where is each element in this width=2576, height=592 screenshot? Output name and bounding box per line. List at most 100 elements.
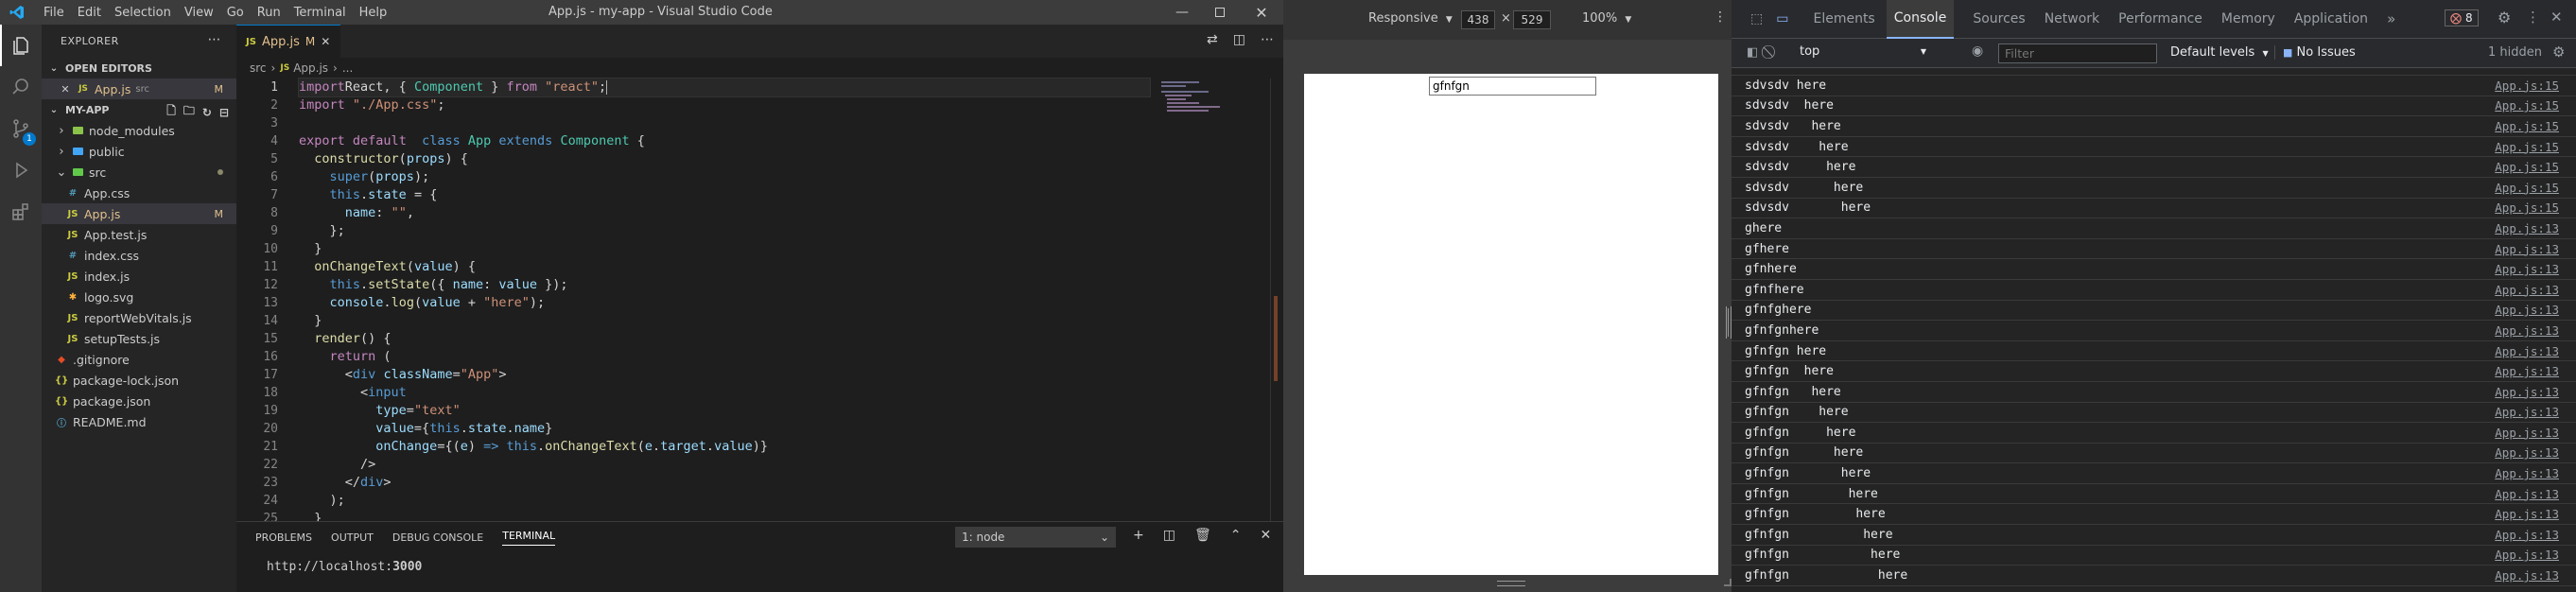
tab-network[interactable]: Network <box>2045 0 2099 39</box>
editor-scrollbar[interactable] <box>1270 78 1283 521</box>
maximize-panel-icon[interactable]: ⌃ <box>1230 528 1242 543</box>
console-source-link[interactable]: App.js:13 <box>2495 405 2559 419</box>
console-prompt[interactable]: › <box>1732 586 2576 592</box>
eye-icon[interactable]: ◉ <box>1972 44 1983 59</box>
breadcrumb-file[interactable]: App.js <box>293 61 328 75</box>
terminal-output[interactable]: http://localhost:3000 <box>236 552 1283 574</box>
trash-icon[interactable]: 🗑 <box>1194 528 1211 543</box>
console-source-link[interactable]: App.js:15 <box>2495 98 2559 113</box>
close-window-button[interactable]: ✕ <box>1241 0 1282 25</box>
tree-item-public[interactable]: › public <box>42 141 236 162</box>
more-tabs-icon[interactable]: » <box>2387 10 2395 27</box>
console-source-link[interactable]: App.js:15 <box>2495 78 2559 93</box>
tab-application[interactable]: Application <box>2294 0 2368 39</box>
close-tab-icon[interactable]: ✕ <box>321 35 330 48</box>
close-panel-icon[interactable]: ✕ <box>1260 528 1271 543</box>
tab-sources[interactable]: Sources <box>1973 0 2025 39</box>
console-settings-icon[interactable]: ⚙ <box>2552 44 2565 61</box>
log-levels-select[interactable]: Default levels ▼ <box>2170 45 2269 60</box>
tab-debug-console[interactable]: DEBUG CONSOLE <box>392 531 483 544</box>
console-source-link[interactable]: App.js:13 <box>2495 344 2559 358</box>
console-filter-input[interactable] <box>1998 44 2157 63</box>
open-changes-icon[interactable]: ⇄ <box>1207 32 1218 47</box>
menu-view[interactable]: View <box>184 6 214 20</box>
tab-memory[interactable]: Memory <box>2221 0 2275 39</box>
console-source-link[interactable]: App.js:13 <box>2495 262 2559 276</box>
run-debug-icon[interactable] <box>0 149 42 191</box>
breadcrumb-more[interactable]: ... <box>342 61 353 75</box>
error-counter[interactable]: ⨂ 8 <box>2445 9 2479 26</box>
tree-item-app-css[interactable]: # App.css <box>42 183 236 203</box>
new-folder-icon[interactable]: 🗀 <box>183 102 195 122</box>
text-input[interactable] <box>1429 77 1596 96</box>
open-editors-section[interactable]: ⌄ OPEN EDITORS <box>42 58 236 78</box>
console-source-link[interactable]: App.js:13 <box>2495 303 2559 317</box>
console-source-link[interactable]: App.js:15 <box>2495 200 2559 215</box>
inspect-element-icon[interactable]: ⬚ <box>1750 11 1763 26</box>
more-options-icon[interactable]: ⋮ <box>1714 9 1727 25</box>
menu-selection[interactable]: Selection <box>114 6 171 20</box>
console-source-link[interactable]: App.js:13 <box>2495 323 2559 338</box>
customize-menu-icon[interactable]: ⋮ <box>2526 9 2540 26</box>
minimap[interactable] <box>1161 78 1256 135</box>
console-source-link[interactable]: App.js:15 <box>2495 160 2559 174</box>
tab-problems[interactable]: PROBLEMS <box>255 531 312 544</box>
console-source-link[interactable]: App.js:13 <box>2495 528 2559 542</box>
device-toolbar-icon[interactable]: ▭ <box>1776 11 1788 26</box>
more-actions-icon[interactable]: ⋯ <box>208 32 222 47</box>
extensions-icon[interactable] <box>0 191 42 233</box>
breadcrumb-folder[interactable]: src <box>250 61 267 75</box>
console-source-link[interactable]: App.js:13 <box>2495 426 2559 440</box>
tree-item--gitignore[interactable]: ◆ .gitignore <box>42 349 236 370</box>
panel-resizer[interactable] <box>1728 308 1732 337</box>
source-control-icon[interactable]: 1 <box>0 108 42 149</box>
settings-gear-icon[interactable]: ⚙ <box>2498 9 2511 26</box>
tree-item-index-js[interactable]: JS index.js <box>42 266 236 287</box>
minimize-button[interactable]: — <box>1163 0 1201 25</box>
console-source-link[interactable]: App.js:13 <box>2495 221 2559 235</box>
device-select[interactable]: Responsive ▼ <box>1368 11 1453 26</box>
tree-item-logo-svg[interactable]: ✱ logo.svg <box>42 287 236 307</box>
tab-app-js[interactable]: JS App.js M ✕ <box>236 25 340 58</box>
console-source-link[interactable]: App.js:13 <box>2495 487 2559 501</box>
tree-item-app-test-js[interactable]: JS App.test.js <box>42 224 236 245</box>
open-editor-item[interactable]: ✕ JS App.js src M <box>42 78 236 99</box>
explorer-icon[interactable] <box>0 25 42 66</box>
resize-handle-bottom[interactable] <box>1497 581 1525 586</box>
tree-item-index-css[interactable]: # index.css <box>42 245 236 266</box>
new-file-icon[interactable]: 🗋 <box>166 102 176 122</box>
console-source-link[interactable]: App.js:13 <box>2495 507 2559 521</box>
search-icon[interactable] <box>0 66 42 108</box>
console-source-link[interactable]: App.js:13 <box>2495 445 2559 460</box>
split-editor-icon[interactable]: ◫ <box>1233 32 1245 47</box>
tree-item-package-json[interactable]: {} package.json <box>42 391 236 411</box>
more-actions-icon[interactable]: ⋯ <box>1261 32 1274 47</box>
console-source-link[interactable]: App.js:15 <box>2495 181 2559 195</box>
tab-output[interactable]: OUTPUT <box>331 531 374 544</box>
code-editor[interactable]: importReact, { Component } from "react";… <box>298 78 1151 526</box>
tree-item-app-js[interactable]: JS App.js M <box>42 203 236 224</box>
issues-button[interactable]: ■ No Issues <box>2274 45 2356 60</box>
maximize-button[interactable] <box>1201 0 1239 25</box>
tab-elements[interactable]: Elements <box>1813 0 1874 39</box>
sidebar-toggle-icon[interactable]: ◧ <box>1747 45 1758 60</box>
console-source-link[interactable]: App.js:13 <box>2495 466 2559 480</box>
menu-file[interactable]: File <box>44 6 64 20</box>
device-height-input[interactable] <box>1513 10 1551 29</box>
menu-help[interactable]: Help <box>359 6 388 20</box>
tree-item-readme-md[interactable]: ⓘ README.md <box>42 411 236 432</box>
console-source-link[interactable]: App.js:13 <box>2495 364 2559 378</box>
menu-edit[interactable]: Edit <box>78 6 101 20</box>
new-terminal-icon[interactable]: + <box>1133 528 1144 543</box>
split-terminal-icon[interactable]: ◫ <box>1163 528 1175 543</box>
menu-run[interactable]: Run <box>257 6 281 20</box>
project-section[interactable]: ⌄ MY-APP 🗋 🗀 ↻ ⊟ <box>42 99 236 120</box>
tab-performance[interactable]: Performance <box>2118 0 2202 39</box>
tab-terminal[interactable]: TERMINAL <box>502 530 556 546</box>
tree-item-src[interactable]: ⌄ src <box>42 162 236 183</box>
tree-item-setuptests-js[interactable]: JS setupTests.js <box>42 328 236 349</box>
collapse-all-icon[interactable]: ⊟ <box>219 106 229 119</box>
console-source-link[interactable]: App.js:15 <box>2495 140 2559 154</box>
close-devtools-icon[interactable]: ✕ <box>2550 9 2563 26</box>
console-source-link[interactable]: App.js:13 <box>2495 283 2559 297</box>
